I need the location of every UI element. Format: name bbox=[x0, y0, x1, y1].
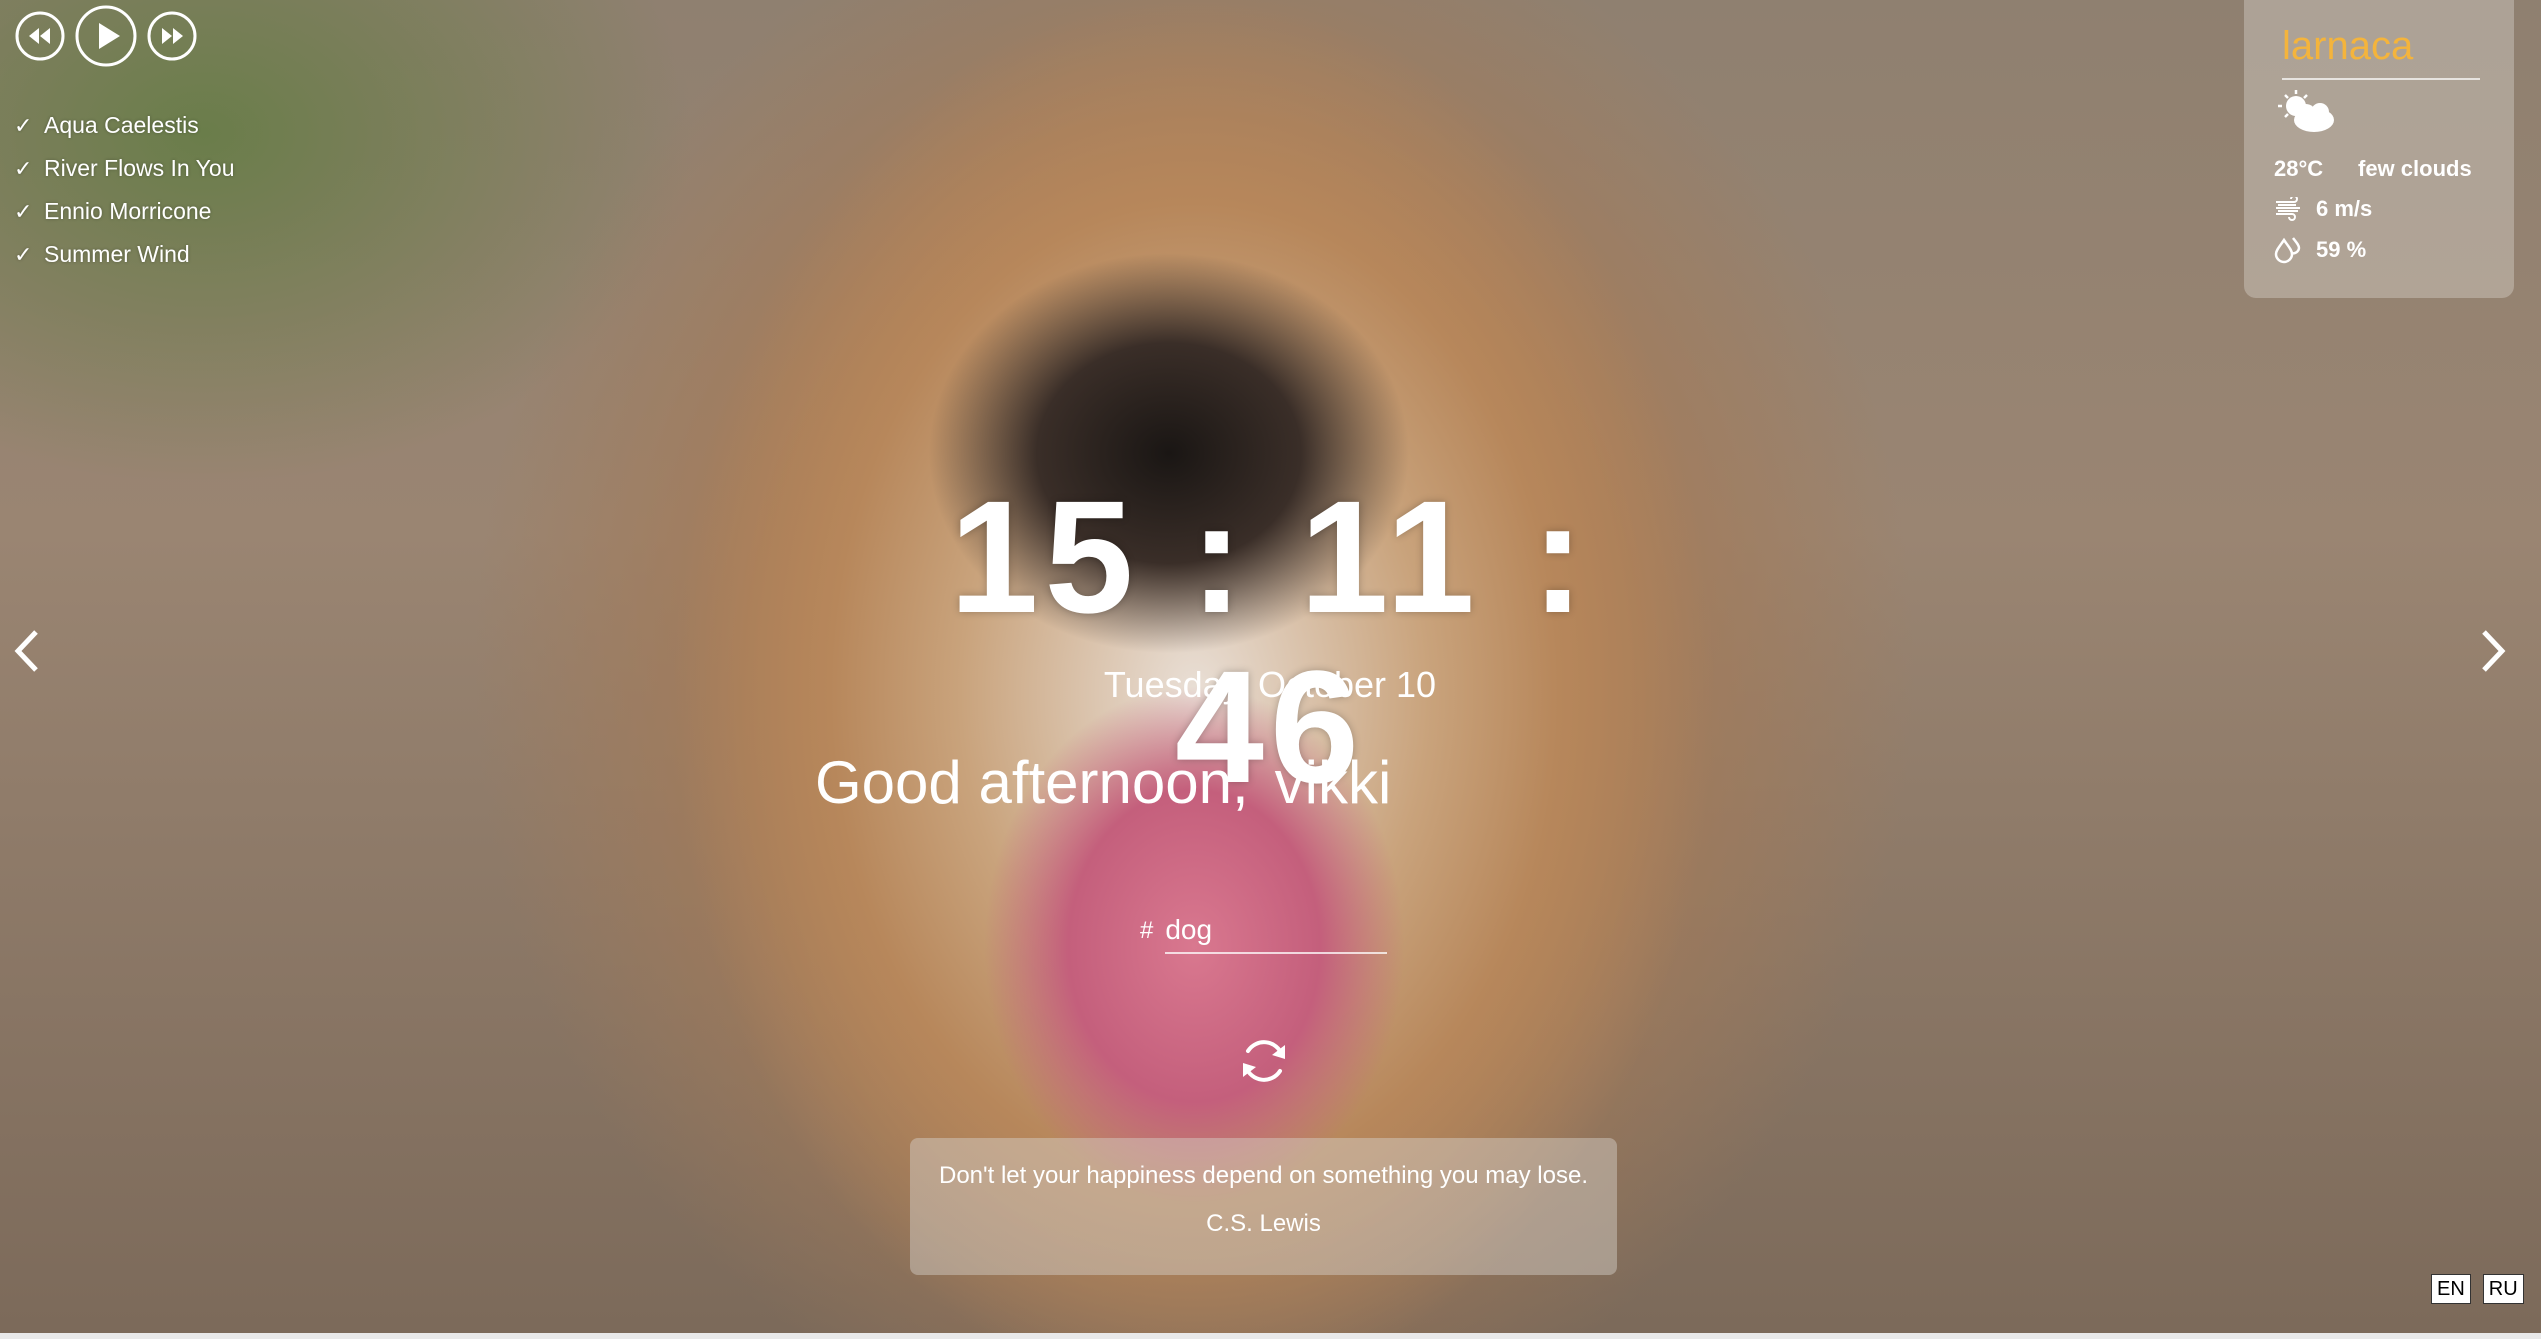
check-icon: ✓ bbox=[14, 112, 33, 138]
weather-widget: larnaca 28°C few clouds 6 m/s 59 % bbox=[2244, 0, 2514, 298]
greeting-name-input[interactable]: vikki bbox=[1275, 748, 1392, 817]
chevron-right-icon[interactable] bbox=[2478, 626, 2508, 676]
humidity-row: 59 % bbox=[2274, 236, 2366, 264]
chevron-left-icon[interactable] bbox=[12, 626, 42, 676]
check-icon: ✓ bbox=[14, 241, 33, 267]
rewind-icon[interactable] bbox=[14, 10, 66, 62]
language-ru-button[interactable]: RU bbox=[2482, 1274, 2524, 1304]
weather-description: few clouds bbox=[2358, 156, 2472, 181]
image-tag-search: # bbox=[1140, 908, 1388, 954]
refresh-quote-icon[interactable] bbox=[1236, 1033, 1292, 1089]
audio-player bbox=[14, 4, 198, 68]
weather-wind: 6 m/s bbox=[2316, 196, 2373, 221]
quote-author: C.S. Lewis bbox=[1206, 1210, 1321, 1237]
weather-city-input[interactable]: larnaca bbox=[2282, 24, 2480, 80]
weather-humidity: 59 % bbox=[2316, 237, 2367, 262]
wind-icon bbox=[2276, 197, 2300, 221]
quote-panel: Don't let your happiness depend on somet… bbox=[910, 1138, 1617, 1275]
greeting-text: Good afternoon, bbox=[815, 749, 1249, 816]
humidity-icon bbox=[2274, 237, 2301, 264]
quote-text: Don't let your happiness depend on somet… bbox=[939, 1162, 1588, 1189]
playlist-item[interactable]: ✓ Summer Wind bbox=[14, 233, 234, 276]
check-icon: ✓ bbox=[14, 198, 33, 224]
check-icon: ✓ bbox=[14, 155, 33, 181]
wind-row: 6 m/s bbox=[2274, 196, 2372, 222]
weather-temperature: 28°C bbox=[2274, 156, 2324, 181]
image-tag-input[interactable] bbox=[1165, 908, 1388, 954]
fast-forward-icon[interactable] bbox=[146, 10, 198, 62]
track-title: Summer Wind bbox=[44, 241, 190, 267]
playlist-item[interactable]: ✓ Ennio Morricone bbox=[14, 190, 234, 233]
language-switch: EN RU bbox=[2431, 1274, 2524, 1304]
bottom-scrollbar bbox=[0, 1333, 2541, 1339]
playlist-item[interactable]: ✓ River Flows In You bbox=[14, 147, 234, 190]
track-title: Ennio Morricone bbox=[44, 198, 212, 224]
language-en-button[interactable]: EN bbox=[2431, 1274, 2471, 1304]
playlist: ✓ Aqua Caelestis ✓ River Flows In You ✓ Enn… bbox=[14, 104, 234, 276]
track-title: River Flows In You bbox=[44, 155, 235, 181]
playlist-item[interactable]: ✓ Aqua Caelestis bbox=[14, 104, 234, 147]
hash-icon: # bbox=[1140, 917, 1154, 944]
play-icon[interactable] bbox=[74, 4, 138, 68]
clock-date: Tuesday, October 10 bbox=[1103, 664, 1437, 705]
partly-cloudy-icon bbox=[2278, 90, 2334, 132]
greeting: Good afternoon, vikki bbox=[815, 748, 1391, 817]
track-title: Aqua Caelestis bbox=[44, 112, 199, 138]
